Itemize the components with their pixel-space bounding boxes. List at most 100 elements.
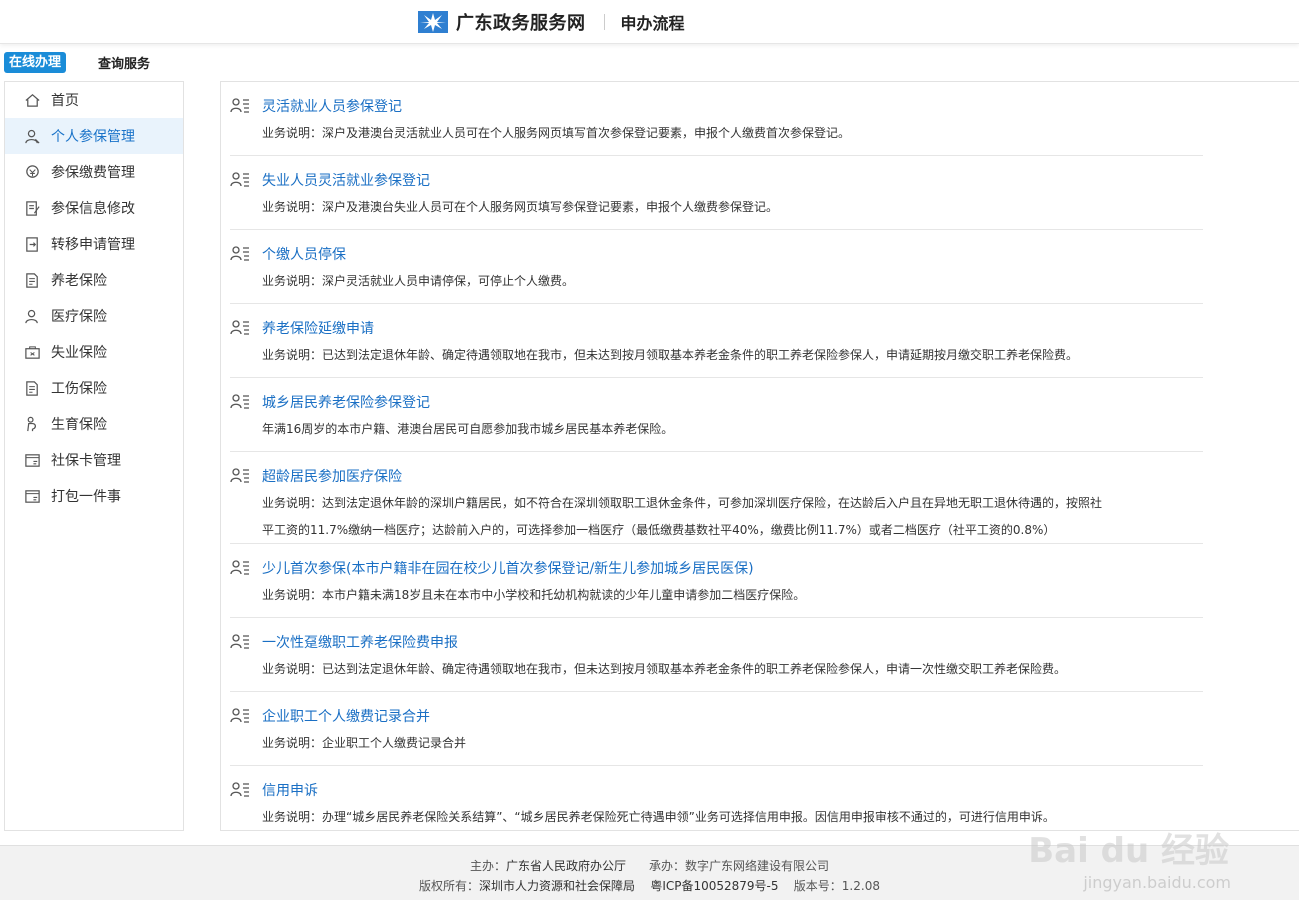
service-description: 业务说明：已达到法定退休年龄、确定待遇领取地在我市，但未达到按月领取基本养老金条… xyxy=(262,662,1067,676)
site-name[interactable]: 广东政务服务网 xyxy=(456,9,586,35)
document-icon xyxy=(23,271,41,289)
service-description-cont: 平工资的11.7%缴纳一档医疗；达龄前入户的，可选择参加一档医疗（最低缴费基数社… xyxy=(262,523,1056,537)
footer-version: 1.2.08 xyxy=(841,879,880,893)
footer-line-1: 主办：广东省人民政府办公厅 承办：数字广东网络建设有限公司 xyxy=(0,856,1299,876)
footer-host-label: 主办： xyxy=(470,859,507,873)
sidebar-item-label: 社保卡管理 xyxy=(51,453,121,469)
document-icon xyxy=(23,379,41,397)
card-icon xyxy=(23,451,41,469)
footer-copyright: 深圳市人力资源和社会保障局 xyxy=(479,879,636,893)
person-icon xyxy=(23,307,41,325)
sidebar-item-label: 参保信息修改 xyxy=(51,201,135,217)
sidebar-item-label: 失业保险 xyxy=(51,345,107,361)
brand: 广东政务服务网 申办流程 xyxy=(418,0,685,44)
service-title[interactable]: 信用申诉 xyxy=(262,780,318,800)
list-item: 企业职工个人缴费记录合并 业务说明：企业职工个人缴费记录合并 xyxy=(230,692,1203,766)
edit-icon xyxy=(23,199,41,217)
service-title[interactable]: 超龄居民参加医疗保险 xyxy=(262,466,402,486)
footer-copyright-label: 版权所有： xyxy=(419,879,480,893)
list-item: 个缴人员停保 业务说明：深户灵活就业人员申请停保，可停止个人缴费。 xyxy=(230,230,1203,304)
card-icon xyxy=(23,487,41,505)
list-item: 一次性趸缴职工养老保险费申报 业务说明：已达到法定退休年龄、确定待遇领取地在我市… xyxy=(230,618,1203,692)
service-list: 灵活就业人员参保登记 业务说明：深户及港澳台灵活就业人员可在个人服务网页填写首次… xyxy=(220,81,1299,831)
briefcase-icon xyxy=(23,343,41,361)
sidebar-item-transfer[interactable]: 转移申请管理 xyxy=(5,226,183,262)
service-title[interactable]: 养老保险延缴申请 xyxy=(262,318,374,338)
list-item: 超龄居民参加医疗保险 业务说明：达到法定退休年龄的深圳户籍居民，如不符合在深圳领… xyxy=(230,452,1203,544)
top-header: 广东政务服务网 申办流程 xyxy=(0,0,1299,44)
service-title[interactable]: 失业人员灵活就业参保登记 xyxy=(262,170,430,190)
person-icon xyxy=(23,127,41,145)
sidebar-item-label: 养老保险 xyxy=(51,273,107,289)
sidebar-item-home[interactable]: 首页 xyxy=(5,82,183,118)
sidebar-item-label: 转移申请管理 xyxy=(51,237,135,253)
service-title[interactable]: 城乡居民养老保险参保登记 xyxy=(262,392,430,412)
user-doc-icon xyxy=(230,245,249,261)
sidebar-item-medical[interactable]: 医疗保险 xyxy=(5,298,183,334)
home-icon xyxy=(23,91,41,109)
footer-org-label: 承办： xyxy=(648,859,685,873)
service-title[interactable]: 少儿首次参保(本市户籍非在园在校少儿首次参保登记/新生儿参加城乡居民医保) xyxy=(262,558,754,578)
footer-version-label: 版本号： xyxy=(793,879,842,893)
sidebar-item-maternity[interactable]: 生育保险 xyxy=(5,406,183,442)
list-item: 养老保险延缴申请 业务说明：已达到法定退休年龄、确定待遇领取地在我市，但未达到按… xyxy=(230,304,1203,378)
user-doc-icon xyxy=(230,467,249,483)
payment-icon xyxy=(23,163,41,181)
sidebar-item-label: 参保缴费管理 xyxy=(51,165,135,181)
page-title: 申办流程 xyxy=(620,14,685,33)
list-item: 少儿首次参保(本市户籍非在园在校少儿首次参保登记/新生儿参加城乡居民医保) 业务… xyxy=(230,544,1203,618)
service-description: 业务说明：深户及港澳台失业人员可在个人服务网页填写参保登记要素，申报个人缴费参保… xyxy=(262,200,779,214)
user-doc-icon xyxy=(230,707,249,723)
site-logo-icon xyxy=(418,11,448,33)
user-doc-icon xyxy=(230,781,249,797)
service-description: 业务说明：达到法定退休年龄的深圳户籍居民，如不符合在深圳领取职工退休金条件，可参… xyxy=(262,496,1103,510)
service-title[interactable]: 企业职工个人缴费记录合并 xyxy=(262,706,430,726)
sidebar-item-label: 个人参保管理 xyxy=(51,129,135,145)
transfer-icon xyxy=(23,235,41,253)
sidebar-item-payment[interactable]: 参保缴费管理 xyxy=(5,154,183,190)
service-description: 业务说明：深户灵活就业人员申请停保，可停止个人缴费。 xyxy=(262,274,575,288)
user-doc-icon xyxy=(230,171,249,187)
sidebar-item-work-injury[interactable]: 工伤保险 xyxy=(5,370,183,406)
sidebar-item-label: 工伤保险 xyxy=(51,381,107,397)
list-item: 信用申诉 业务说明：办理“城乡居民养老保险关系结算”、“城乡居民养老保险死亡待遇… xyxy=(230,766,1203,830)
sidebar-item-label: 首页 xyxy=(51,93,79,109)
sidebar-item-label: 医疗保险 xyxy=(51,309,107,325)
user-doc-icon xyxy=(230,633,249,649)
service-description: 年满16周岁的本市户籍、港澳台居民可自愿参加我市城乡居民基本养老保险。 xyxy=(262,422,674,436)
user-doc-icon xyxy=(230,393,249,409)
mother-icon xyxy=(23,415,41,433)
footer-icp[interactable]: 粤ICP备10052879号-5 xyxy=(650,879,778,893)
user-doc-icon xyxy=(230,319,249,335)
tab-query[interactable]: 查询服务 xyxy=(98,53,150,72)
header-divider xyxy=(603,14,605,30)
service-description: 业务说明：已达到法定退休年龄、确定待遇领取地在我市，但未达到按月领取基本养老金条… xyxy=(262,348,1079,362)
sidebar-item-social-card[interactable]: 社保卡管理 xyxy=(5,442,183,478)
sidebar-item-package[interactable]: 打包一件事 xyxy=(5,478,183,514)
tab-online[interactable]: 在线办理 xyxy=(4,51,67,73)
footer-line-2: 版权所有：深圳市人力资源和社会保障局 粤ICP备10052879号-5 版本号：… xyxy=(0,876,1299,896)
service-description: 业务说明：办理“城乡居民养老保险关系结算”、“城乡居民养老保险死亡待遇申领”业务… xyxy=(262,810,1055,824)
service-title[interactable]: 灵活就业人员参保登记 xyxy=(262,96,402,116)
footer-org: 数字广东网络建设有限公司 xyxy=(684,859,829,873)
user-doc-icon xyxy=(230,97,249,113)
service-title[interactable]: 一次性趸缴职工养老保险费申报 xyxy=(262,632,458,652)
footer: 主办：广东省人民政府办公厅 承办：数字广东网络建设有限公司 版权所有：深圳市人力… xyxy=(0,845,1299,900)
top-tabs: 在线办理 查询服务 xyxy=(4,51,150,73)
list-item: 城乡居民养老保险参保登记 年满16周岁的本市户籍、港澳台居民可自愿参加我市城乡居… xyxy=(230,378,1203,452)
sidebar-item-personal-insurance[interactable]: 个人参保管理 xyxy=(5,118,183,154)
service-title[interactable]: 个缴人员停保 xyxy=(262,244,346,264)
sidebar-item-unemployment[interactable]: 失业保险 xyxy=(5,334,183,370)
sidebar-item-pension[interactable]: 养老保险 xyxy=(5,262,183,298)
user-doc-icon xyxy=(230,559,249,575)
sidebar: 首页 个人参保管理 参保缴费管理 参保信息修改 转移申请管理 养老保险 医疗保险… xyxy=(4,81,184,831)
service-description: 业务说明：企业职工个人缴费记录合并 xyxy=(262,736,467,750)
sidebar-item-label: 生育保险 xyxy=(51,417,107,433)
service-description: 业务说明：深户及港澳台灵活就业人员可在个人服务网页填写首次参保登记要素，申报个人… xyxy=(262,126,851,140)
list-item: 失业人员灵活就业参保登记 业务说明：深户及港澳台失业人员可在个人服务网页填写参保… xyxy=(230,156,1203,230)
service-description: 业务说明：本市户籍未满18岁且未在本市中小学校和托幼机构就读的少年儿童申请参加二… xyxy=(262,588,806,602)
list-item: 灵活就业人员参保登记 业务说明：深户及港澳台灵活就业人员可在个人服务网页填写首次… xyxy=(230,82,1203,156)
footer-host: 广东省人民政府办公厅 xyxy=(506,859,627,873)
sidebar-item-info-edit[interactable]: 参保信息修改 xyxy=(5,190,183,226)
sidebar-item-label: 打包一件事 xyxy=(51,489,121,505)
